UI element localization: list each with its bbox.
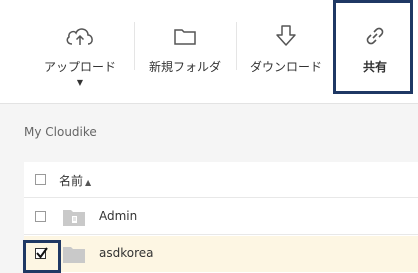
share-button-highlight [333,0,413,94]
folder-icon [62,245,86,268]
row-checkbox[interactable] [35,211,46,222]
select-all-checkbox[interactable] [35,174,46,185]
toolbar-divider [134,22,135,70]
new-folder-button[interactable]: 新規フォルダ [137,0,233,103]
table-header-row: 名前 ▲ [24,162,418,198]
sort-asc-icon: ▲ [85,178,92,187]
name-column-header[interactable]: 名前 ▲ [59,172,91,189]
folder-outline-icon [173,24,197,48]
file-name[interactable]: asdkorea [99,246,154,260]
file-table: 名前 ▲ Admin asdkorea [24,162,418,273]
checkbox-highlight [23,240,61,273]
breadcrumb[interactable]: My Cloudike [24,125,97,139]
upload-caret-icon[interactable]: ▼ [77,79,83,87]
upload-label: アップロード [43,60,116,74]
upload-button[interactable]: アップロード ▼ [30,0,130,103]
toolbar-divider [236,22,237,70]
download-arrow-icon [275,24,297,48]
table-row[interactable]: Admin [24,199,418,235]
file-name[interactable]: Admin [99,209,137,223]
shared-folder-icon [62,208,86,231]
cloud-upload-icon [64,24,96,48]
new-folder-label: 新規フォルダ [148,60,221,74]
name-column-label: 名前 [59,174,84,188]
download-label: ダウンロード [249,60,322,74]
table-row-selected[interactable]: asdkorea [24,236,418,272]
download-button[interactable]: ダウンロード [240,0,332,103]
